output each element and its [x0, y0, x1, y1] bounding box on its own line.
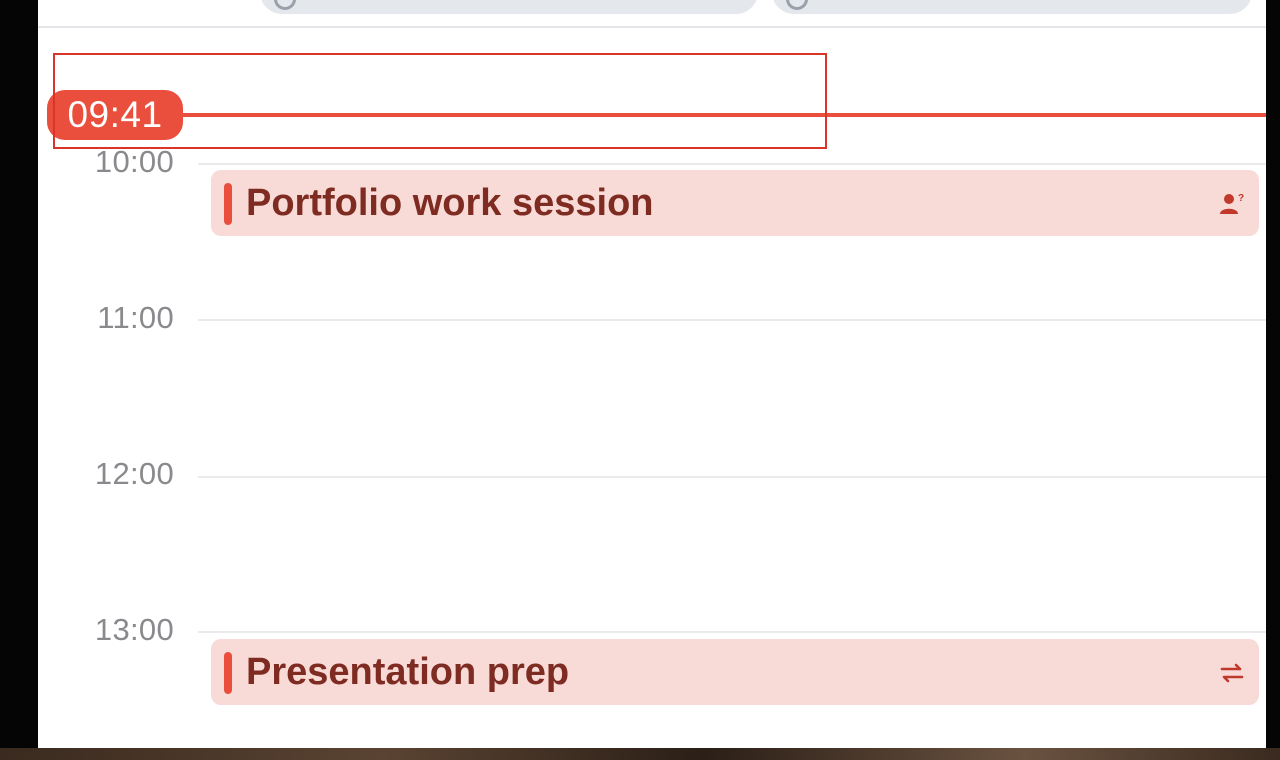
hour-gridline [198, 319, 1266, 321]
hour-label-10: 10:00 [94, 144, 174, 179]
chip-radio-icon [786, 0, 808, 10]
desk-surface [0, 748, 1280, 760]
hour-label-13: 13:00 [94, 612, 174, 647]
person-question-icon: ? [1220, 193, 1244, 214]
hour-gridline [198, 631, 1266, 633]
calendar-day-view-photo: 10:00 11:00 12:00 13:00 09:41 Portfolio … [0, 0, 1280, 760]
chip-radio-icon [274, 0, 296, 10]
repeat-icon [1220, 663, 1244, 683]
event-color-bar [224, 183, 232, 225]
event-portfolio-work-session[interactable]: Portfolio work session ? [211, 170, 1259, 236]
event-title: Presentation prep [246, 651, 570, 693]
hour-gridline [198, 476, 1266, 478]
filter-chips-bar [38, 0, 1266, 28]
filter-chip[interactable] [772, 0, 1252, 14]
event-presentation-prep[interactable]: Presentation prep [211, 639, 1259, 705]
event-color-bar [224, 652, 232, 694]
annotation-highlight-box [53, 53, 827, 149]
hour-label-12: 12:00 [94, 456, 174, 491]
hour-gridline [198, 163, 1266, 165]
event-title: Portfolio work session [246, 182, 654, 224]
device-bezel-left [0, 0, 38, 748]
filter-chip[interactable] [260, 0, 758, 14]
hour-label-11: 11:00 [97, 300, 174, 335]
svg-text:?: ? [1238, 193, 1244, 204]
calendar-screen: 10:00 11:00 12:00 13:00 09:41 Portfolio … [38, 0, 1266, 748]
device-bezel-right [1266, 0, 1280, 748]
